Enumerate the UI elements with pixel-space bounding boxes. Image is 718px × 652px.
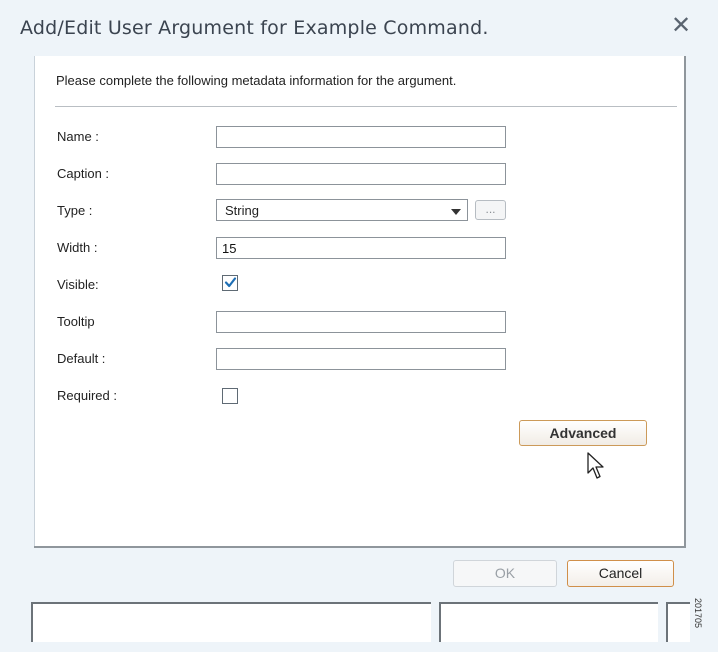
dialog-title: Add/Edit User Argument for Example Comma… bbox=[20, 17, 489, 39]
caption-input[interactable] bbox=[216, 163, 506, 185]
cancel-button[interactable]: Cancel bbox=[567, 560, 674, 587]
ok-button[interactable]: OK bbox=[453, 560, 557, 587]
footer-separator bbox=[34, 546, 685, 548]
required-label: Required : bbox=[57, 388, 117, 403]
width-input[interactable] bbox=[216, 237, 506, 259]
separator bbox=[55, 106, 677, 107]
chevron-down-icon bbox=[451, 209, 461, 215]
status-pane-middle bbox=[439, 602, 658, 642]
tooltip-label: Tooltip bbox=[57, 314, 95, 329]
metadata-panel: Please complete the following metadata i… bbox=[34, 56, 686, 548]
type-select-value: String bbox=[225, 203, 259, 218]
advanced-button[interactable]: Advanced bbox=[519, 420, 647, 446]
default-label: Default : bbox=[57, 351, 106, 366]
default-input[interactable] bbox=[216, 348, 506, 370]
caption-label: Caption : bbox=[57, 166, 110, 181]
intro-text: Please complete the following metadata i… bbox=[56, 73, 457, 88]
type-ellipsis-button[interactable]: ... bbox=[475, 200, 506, 220]
dialog-window: Add/Edit User Argument for Example Comma… bbox=[0, 0, 718, 652]
width-label: Width : bbox=[57, 240, 98, 255]
visible-label: Visible: bbox=[57, 277, 99, 292]
name-label: Name : bbox=[57, 129, 99, 144]
type-label: Type : bbox=[57, 203, 93, 218]
checkmark-icon bbox=[224, 277, 237, 288]
title-bar[interactable]: Add/Edit User Argument for Example Comma… bbox=[0, 0, 718, 54]
status-pane-main bbox=[31, 602, 431, 642]
close-icon[interactable]: ✕ bbox=[666, 10, 696, 40]
visible-checkbox[interactable] bbox=[222, 275, 238, 291]
figure-watermark: 201705 bbox=[693, 598, 703, 629]
status-pane-right bbox=[666, 602, 690, 642]
required-checkbox[interactable] bbox=[222, 388, 238, 404]
name-input[interactable] bbox=[216, 126, 506, 148]
type-select[interactable]: String bbox=[216, 199, 468, 221]
mouse-pointer-icon bbox=[587, 452, 604, 479]
tooltip-input[interactable] bbox=[216, 311, 506, 333]
